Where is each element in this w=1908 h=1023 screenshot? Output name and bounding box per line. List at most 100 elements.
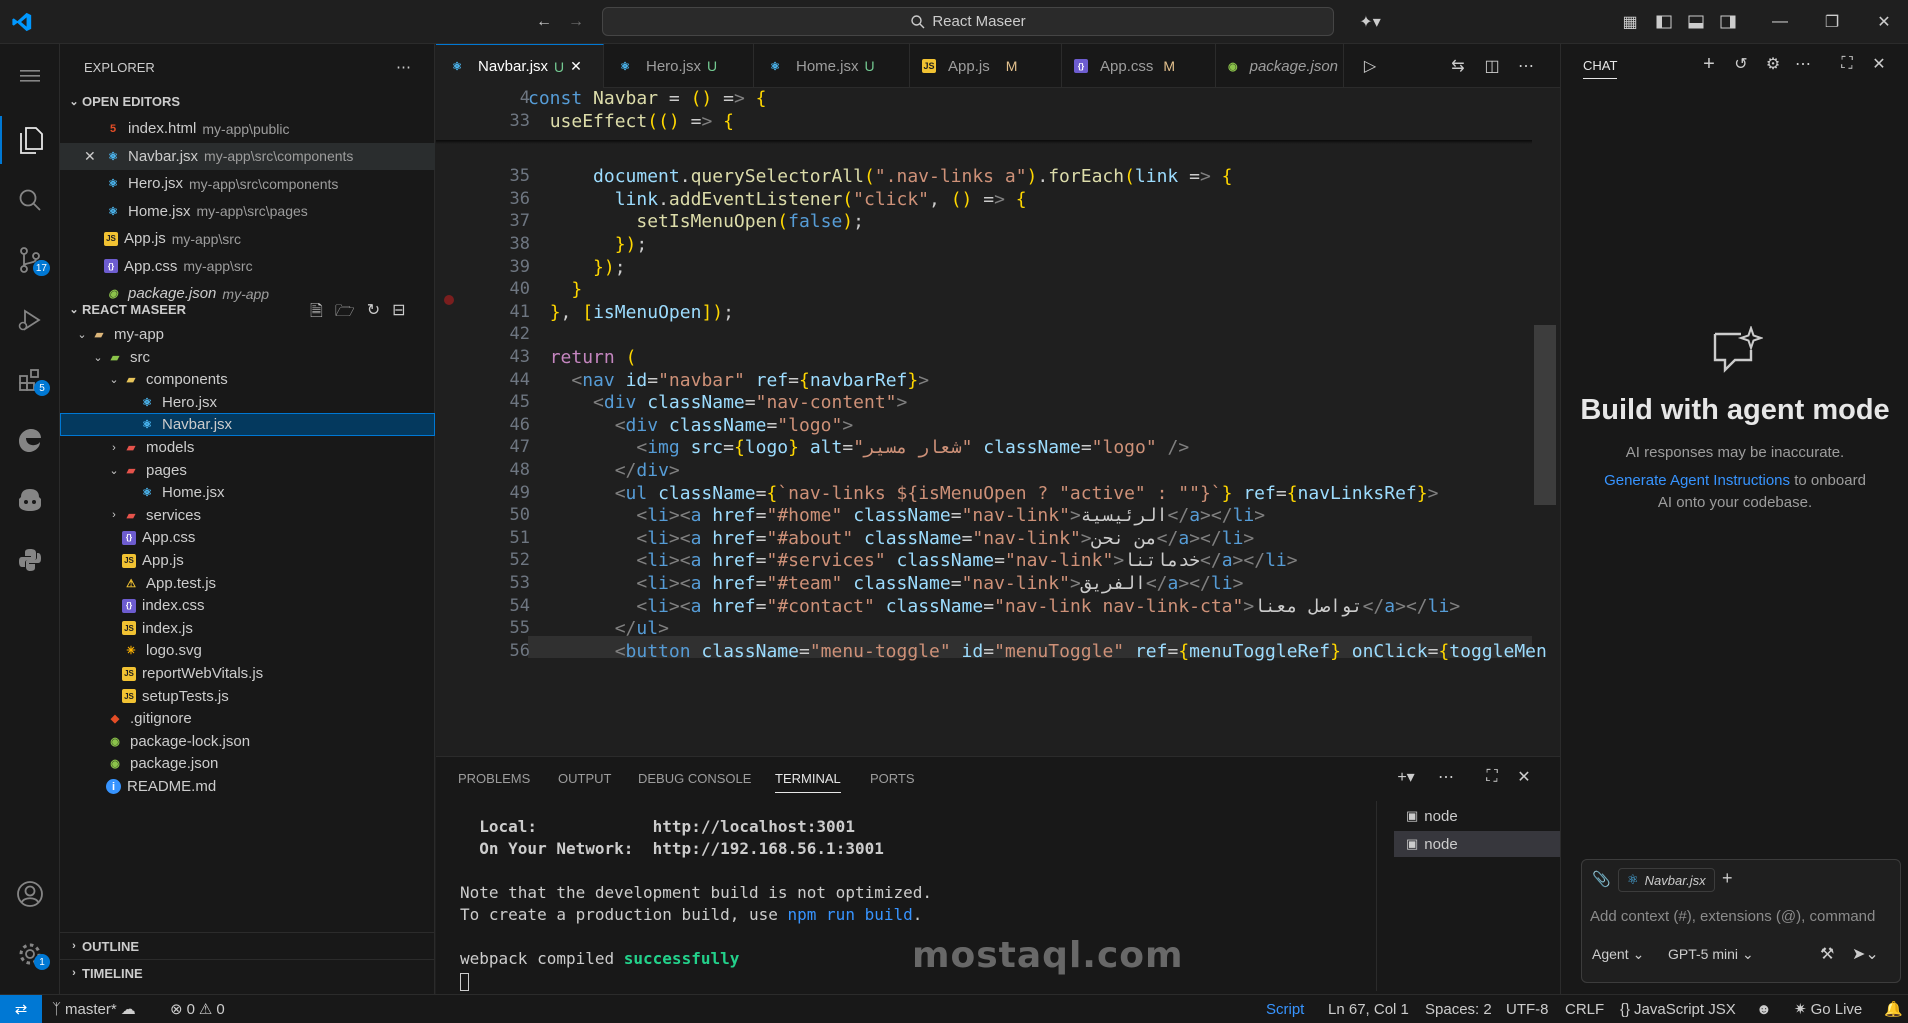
customize-layout-icon[interactable]: ▦ [1618,10,1642,34]
open-editor-item[interactable]: ✕ ⚛ Navbar.jsx my-app\src\components [60,142,435,170]
open-editor-item[interactable]: ⚛ Hero.jsx my-app\src\components [60,170,435,197]
timeline-header[interactable]: › TIMELINE [60,959,435,986]
script-item[interactable]: Script [1266,995,1304,1023]
code-line[interactable]: </div> [528,460,680,481]
more-actions-icon[interactable]: ⋯ [1793,54,1813,74]
close-icon[interactable]: ✕ [1869,54,1889,74]
code-line[interactable]: }); [528,234,648,255]
mode-picker[interactable]: Agent ⌄ [1592,946,1644,963]
close-panel-icon[interactable]: ✕ [1514,767,1534,787]
tree-folder[interactable]: ⌄ ▰ my-app [60,323,435,346]
more-actions-icon[interactable]: ⋯ [1436,767,1456,787]
tab-app-css[interactable]: {} App.css M [1062,44,1216,88]
encoding[interactable]: UTF-8 [1506,995,1549,1023]
code-line[interactable]: <li><a href="#services" className="nav-l… [528,550,1297,571]
open-editor-item[interactable]: 5 index.html my-app\public [60,115,435,142]
tree-file[interactable]: JS App.js [60,549,435,572]
tree-folder[interactable]: › ▰ models [60,436,435,459]
accounts-icon[interactable] [0,870,60,918]
tree-file[interactable]: ◉ package.json [60,752,435,775]
tab-ports[interactable]: PORTS [870,771,915,786]
tree-folder[interactable]: ⌄ ▰ components [60,368,435,391]
explorer-icon[interactable] [0,116,60,164]
code-line[interactable]: <li><a href="#home" className="nav-link"… [528,505,1265,526]
python-icon[interactable] [0,536,60,584]
maximize-icon[interactable]: ⛶ [1837,54,1857,74]
tab-app-js[interactable]: JS App.js M [910,44,1062,88]
notifications-icon[interactable]: 🔔 [1884,995,1903,1023]
indentation[interactable]: Spaces: 2 [1425,995,1492,1023]
minimize-icon[interactable]: — [1768,10,1792,34]
open-editor-item[interactable]: JS App.js my-app\src [60,225,435,252]
model-picker[interactable]: GPT-5 mini ⌄ [1668,946,1754,963]
tree-file[interactable]: ⚠ App.test.js [60,572,435,595]
tab-terminal[interactable]: TERMINAL [775,771,841,793]
tree-file[interactable]: JS index.js [60,617,435,640]
go-live-item[interactable]: ✷ Go Live [1794,995,1862,1023]
tab-package-json[interactable]: ◉ package.json [1216,44,1344,88]
breakpoint-icon[interactable] [444,295,454,305]
more-actions-icon[interactable]: ⋯ [396,58,411,76]
code-line[interactable]: <button className="menu-toggle" id="menu… [528,641,1547,662]
open-editor-item[interactable]: {} App.css my-app\src [60,253,435,280]
generate-instructions-link[interactable]: Generate Agent Instructions [1604,472,1790,489]
tree-file[interactable]: ⚛ Home.jsx [60,481,435,504]
source-control-icon[interactable]: 17 [0,236,60,284]
scrollbar-thumb[interactable] [1534,325,1556,505]
back-arrow-icon[interactable]: ← [532,10,556,34]
code-line[interactable]: <li><a href="#team" className="nav-link"… [528,573,1243,594]
terminal-list-item[interactable]: ▣ node [1394,831,1560,857]
open-editor-item[interactable]: ⚛ Home.jsx my-app\src\pages [60,198,435,225]
toggle-secondary-sidebar-icon[interactable] [1716,10,1740,34]
split-editor-icon[interactable]: ◫ [1482,56,1502,76]
copilot-icon[interactable] [0,476,60,524]
tree-folder[interactable]: ⌄ ▰ pages [60,459,435,482]
code-line[interactable]: useEffect(() => { [528,111,734,132]
toggle-sidebar-icon[interactable] [1652,10,1676,34]
edge-devtools-icon[interactable] [0,416,60,464]
line-ending[interactable]: CRLF [1565,995,1604,1023]
tab-navbar[interactable]: ⚛ Navbar.jsx U ✕ [436,44,604,88]
tree-file[interactable]: JS setupTests.js [60,685,435,708]
code-editor[interactable]: 4 const Navbar = () => {33 useEffect(() =… [436,88,1560,756]
code-line[interactable]: <li><a href="#contact" className="nav-li… [528,596,1460,617]
tree-file[interactable]: {} index.css [60,594,435,617]
history-icon[interactable]: ↺ [1731,54,1751,74]
tab-debug-console[interactable]: DEBUG CONSOLE [638,771,751,786]
open-editors-header[interactable]: ⌄ OPEN EDITORS [60,88,435,115]
tree-file[interactable]: ⚛ Navbar.jsx [60,413,435,437]
code-line[interactable]: return ( [528,347,637,368]
command-center-search[interactable]: React Maseer [602,7,1334,36]
cursor-position[interactable]: Ln 67, Col 1 [1328,995,1409,1023]
tab-home[interactable]: ⚛ Home.jsx U [754,44,910,88]
tree-file[interactable]: i README.md [60,775,435,798]
new-chat-icon[interactable]: + [1699,53,1719,75]
tree-folder[interactable]: › ▰ services [60,504,435,527]
tools-icon[interactable]: ⚒ [1820,944,1834,964]
compare-icon[interactable]: ⇆ [1448,56,1468,76]
code-line[interactable]: <div className="logo"> [528,415,853,436]
terminal-list-item[interactable]: ▣ node [1394,803,1560,829]
code-line[interactable]: <div className="nav-content"> [528,392,907,413]
branch-item[interactable]: ᛉ master* ☁ [52,995,136,1023]
tab-hero[interactable]: ⚛ Hero.jsx U [604,44,754,88]
code-line[interactable]: const Navbar = () => { [528,88,766,109]
chat-tab[interactable]: CHAT [1583,58,1618,79]
copilot-menu-icon[interactable]: ✦▾ [1350,10,1390,34]
code-line[interactable]: <ul className={`nav-links ${isMenuOpen ?… [528,483,1439,504]
forward-arrow-icon[interactable]: → [564,10,588,34]
language-mode[interactable]: {} JavaScript JSX [1620,995,1736,1023]
copilot-status-icon[interactable]: ☻ [1756,995,1772,1023]
code-line[interactable]: setIsMenuOpen(false); [528,211,864,232]
context-chip[interactable]: ⚛ Navbar.jsx [1618,868,1715,892]
new-terminal-icon[interactable]: +▾ [1388,767,1424,787]
tree-file[interactable]: {} App.css [60,526,435,549]
tree-folder[interactable]: ⌄ ▰ src [60,346,435,369]
close-icon[interactable]: ✕ [84,148,104,165]
search-icon[interactable] [0,176,60,224]
settings-gear-icon[interactable]: ⚙ [1763,54,1783,74]
chat-input-box[interactable]: 📎 ⚛ Navbar.jsx + Add context (#), extens… [1581,859,1901,983]
tree-file[interactable]: ⚛ Hero.jsx [60,391,435,414]
add-context-icon[interactable]: + [1722,868,1733,889]
manage-gear-icon[interactable]: 1 [0,930,60,978]
